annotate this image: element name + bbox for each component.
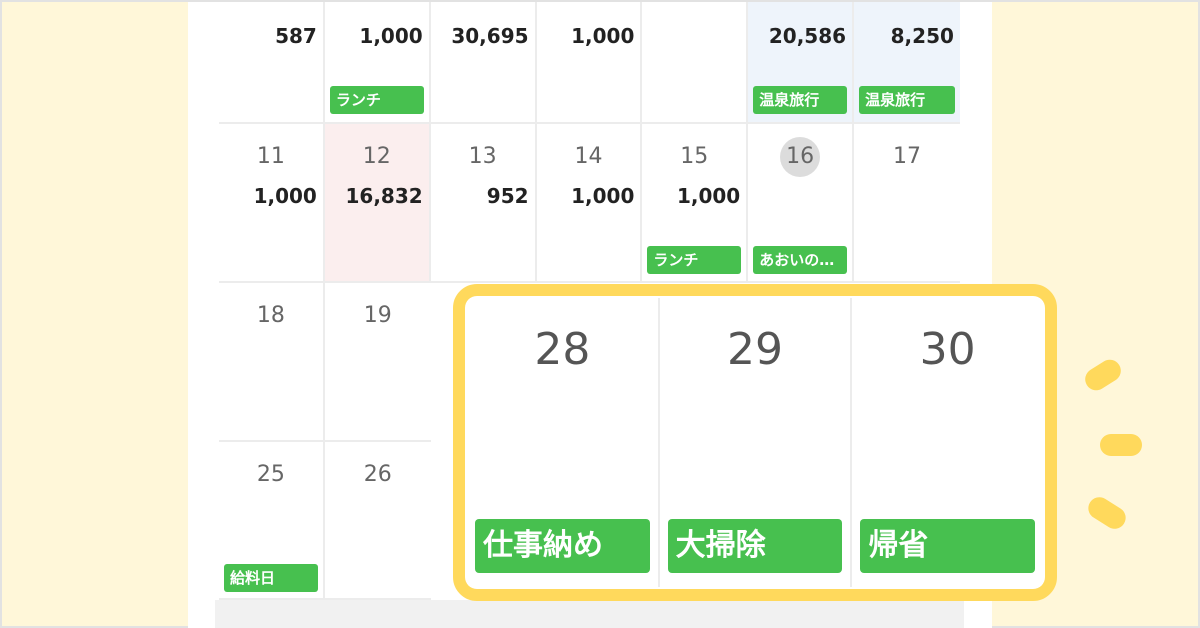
event-tag[interactable]: 大掃除	[667, 519, 843, 573]
calendar-week-row: 587 1,000 ランチ 30,695 1,000 20,586 温泉旅行 8…	[219, 2, 960, 124]
event-tag[interactable]: 仕事納め	[475, 519, 650, 573]
highlight-callout: 28 仕事納め 29 大掃除 30 帰省	[453, 284, 1057, 601]
calendar-day-cell[interactable]: 587	[219, 2, 325, 124]
event-tag[interactable]: 温泉旅行	[753, 86, 848, 114]
day-amount: 587	[275, 24, 317, 48]
calendar-day-cell[interactable]: 18	[219, 283, 325, 442]
event-tag[interactable]: 帰省	[860, 519, 1036, 573]
day-number: 19	[363, 303, 392, 328]
calendar-day-cell[interactable]: 19	[324, 283, 431, 442]
day-amount: 1,000	[571, 184, 635, 208]
emphasis-spark-icon	[1100, 434, 1142, 456]
emphasis-spark-icon	[1084, 493, 1130, 533]
event-tag[interactable]: 温泉旅行	[859, 86, 955, 114]
calendar-day-cell[interactable]: 17	[854, 124, 960, 283]
calendar-day-cell[interactable]: 26	[324, 442, 431, 600]
day-number: 26	[363, 462, 392, 487]
day-amount: 30,695	[451, 24, 529, 48]
day-number: 25	[256, 462, 285, 487]
day-number: 17	[892, 144, 921, 169]
today-marker: 16	[748, 137, 852, 177]
calendar-day-cell[interactable]: 1,000 ランチ	[324, 2, 431, 124]
day-amount: 1,000	[571, 24, 635, 48]
calendar-day-cell[interactable]: 15 1,000 ランチ	[642, 124, 749, 283]
event-tag[interactable]: 給料日	[224, 564, 318, 592]
day-number: 30	[919, 324, 976, 375]
calendar-day-cell[interactable]	[642, 2, 749, 124]
calendar-day-cell[interactable]: 13 952	[430, 124, 537, 283]
day-amount: 1,000	[676, 184, 741, 208]
calendar-day-cell[interactable]: 25 給料日	[219, 442, 325, 600]
day-number: 18	[256, 303, 285, 328]
day-number: 16	[780, 137, 821, 177]
highlight-day-cell[interactable]: 28 仕事納め	[467, 298, 660, 587]
day-amount: 8,250	[890, 24, 954, 48]
day-number: 14	[574, 144, 603, 169]
day-amount: 16,832	[345, 184, 423, 208]
day-amount: 20,586	[768, 24, 847, 48]
day-number: 13	[468, 144, 497, 169]
event-tag[interactable]: あおいの…	[753, 246, 848, 274]
day-amount: 952	[486, 184, 529, 208]
day-amount: 1,000	[359, 24, 423, 48]
day-amount: 1,000	[253, 184, 317, 208]
calendar-day-cell[interactable]: 20,586 温泉旅行	[748, 2, 855, 124]
calendar-day-cell[interactable]: 8,250 温泉旅行	[854, 2, 960, 124]
calendar-day-cell[interactable]: 14 1,000	[536, 124, 643, 283]
calendar-day-cell-today[interactable]: 16 あおいの…	[748, 124, 855, 283]
day-number: 11	[256, 144, 285, 169]
calendar-day-cell[interactable]: 1,000	[536, 2, 643, 124]
calendar-day-cell[interactable]: 11 1,000	[219, 124, 325, 283]
calendar-week-row: 11 1,000 12 16,832 13 952 14 1,000 15 1,…	[219, 124, 960, 283]
calendar-footer-bar	[215, 600, 964, 628]
day-number: 12	[362, 144, 391, 169]
event-tag[interactable]: ランチ	[647, 246, 742, 274]
highlight-day-cell[interactable]: 29 大掃除	[659, 298, 853, 587]
highlight-day-cell[interactable]: 30 帰省	[852, 298, 1044, 587]
day-number: 29	[727, 324, 783, 375]
calendar-day-cell[interactable]: 30,695	[430, 2, 537, 124]
day-number: 15	[680, 144, 709, 169]
day-number: 28	[534, 324, 591, 375]
calendar-day-cell[interactable]: 12 16,832	[324, 124, 431, 283]
event-tag[interactable]: ランチ	[329, 86, 424, 114]
emphasis-spark-icon	[1081, 355, 1125, 395]
